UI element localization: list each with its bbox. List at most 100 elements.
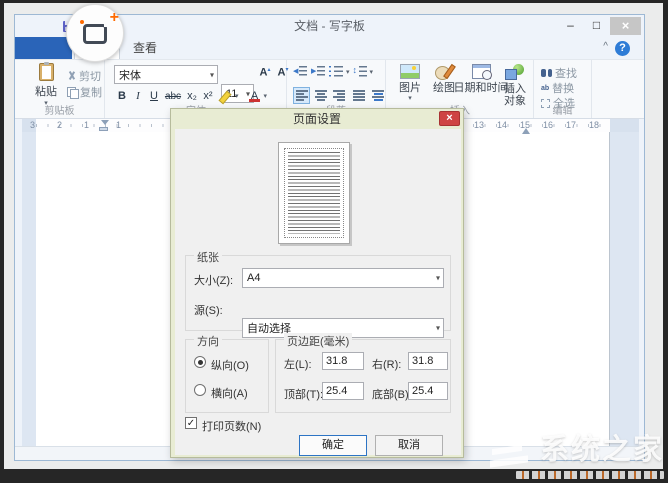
binoculars-icon [541, 69, 552, 77]
clipboard-icon [39, 63, 54, 81]
landscape-label[interactable]: 横向(A) [211, 385, 248, 401]
paper-size-label: 大小(Z): [194, 272, 233, 288]
page-preview-text-lines [288, 152, 340, 234]
ruler-number: 1 [84, 120, 89, 130]
ruler-number: 14 [497, 120, 507, 130]
margins-group-label: 页边距(毫米) [284, 333, 352, 349]
list-icon[interactable] [329, 65, 343, 78]
window-controls: – □ × [558, 17, 641, 35]
dialog-close-button[interactable]: × [439, 111, 460, 126]
chevron-down-icon: ▾ [436, 274, 440, 283]
subscript-button[interactable]: x₂ [184, 90, 200, 102]
font-family-combo[interactable]: 宋体 ▾ [114, 65, 218, 84]
tab-view[interactable]: 查看 [122, 37, 168, 59]
ok-button[interactable]: 确定 [299, 435, 367, 456]
paper-source-label: 源(S): [194, 302, 223, 318]
ruler-number: 13 [474, 120, 484, 130]
margin-top-input[interactable] [322, 382, 364, 400]
orientation-groupbox: 方向 纵向(O) 横向(A) [185, 339, 269, 413]
strikethrough-button[interactable]: abc [162, 91, 184, 102]
maximize-button[interactable]: □ [584, 17, 609, 35]
object-icon [505, 64, 525, 80]
paragraph-row1: ◀ ▶ ▾ ▾ [293, 65, 373, 78]
margin-right-input[interactable] [408, 352, 448, 370]
help-icon[interactable]: ? [615, 41, 630, 56]
editing-group: 查找 ab 替换 全选 编辑 [534, 60, 592, 118]
insert-picture-button[interactable]: 图片 ▾ [393, 64, 427, 102]
collapse-ribbon-icon[interactable]: ^ [603, 41, 608, 52]
ruler-number: 17 [566, 120, 576, 130]
orange-dot-icon [80, 20, 84, 24]
insert-datetime-button[interactable]: 日期和时间 [459, 64, 503, 94]
site-watermark: 系统之家 [486, 431, 664, 479]
page-preview [278, 142, 350, 244]
grow-font-button[interactable]: A▴ [257, 66, 273, 82]
replace-icon: ab [541, 85, 549, 92]
file-menu-button[interactable] [15, 37, 72, 59]
replace-button[interactable]: ab 替换 [541, 80, 574, 96]
plus-icon: + [110, 11, 119, 25]
minimize-button[interactable]: – [558, 17, 583, 35]
chevron-down-icon: ▾ [210, 70, 214, 79]
margin-left-input[interactable] [322, 352, 364, 370]
find-button[interactable]: 查找 [541, 65, 577, 81]
dialog-body: 纸张 大小(Z): A4 ▾ 源(S): 自动选择 ▾ 方向 纵向(O) 横向(… [175, 129, 461, 455]
ruler-number: 1 [116, 120, 121, 130]
italic-button[interactable]: I [130, 90, 146, 102]
landscape-radio[interactable] [194, 384, 206, 396]
dialog-titlebar[interactable]: 页面设置 [171, 109, 463, 129]
portrait-radio[interactable] [194, 356, 206, 368]
highlight-pen-icon[interactable] [220, 90, 234, 102]
print-page-numbers-checkbox[interactable]: ✓ [185, 417, 197, 429]
cut-button[interactable]: 剪切 [67, 68, 101, 84]
superscript-button[interactable]: x² [200, 90, 216, 102]
paper-groupbox: 纸张 大小(Z): A4 ▾ 源(S): 自动选择 ▾ [185, 255, 451, 331]
margin-bottom-input[interactable] [408, 382, 448, 400]
picture-dropdown-icon: ▾ [408, 94, 412, 102]
list-dropdown-icon[interactable]: ▾ [346, 68, 350, 76]
font-color-dropdown-icon[interactable]: ▾ [264, 92, 268, 100]
paper-size-select[interactable]: A4 ▾ [242, 268, 444, 288]
margin-right-label: 右(R): [372, 356, 401, 372]
line-spacing-icon[interactable] [353, 65, 367, 78]
page-setup-dialog: 页面设置 × 纸张 大小(Z): A4 ▾ 源(S): 自动选择 ▾ 方向 纵向… [170, 108, 464, 458]
close-button[interactable]: × [610, 17, 641, 35]
margin-bottom-label: 底部(B): [372, 386, 412, 402]
bold-button[interactable]: B [114, 90, 130, 102]
calendar-clock-icon [472, 64, 491, 79]
ruler-number: 18 [589, 120, 599, 130]
font-color-button[interactable]: A [247, 90, 263, 102]
cut-icon [67, 71, 76, 81]
print-page-numbers-label[interactable]: 打印页数(N) [202, 418, 261, 434]
portrait-label[interactable]: 纵向(O) [211, 357, 249, 373]
site-watermark-text: 系统之家 [540, 433, 664, 467]
page-preview-border [284, 148, 344, 238]
copy-icon [67, 87, 77, 97]
margins-groupbox: 页边距(毫米) 左(L): 右(R): 顶部(T): 底部(B): [275, 339, 451, 413]
cancel-button[interactable]: 取消 [375, 435, 443, 456]
copy-button[interactable]: 复制 [67, 84, 102, 100]
editing-group-label: 编辑 [534, 102, 591, 117]
ruler-number: 2 [57, 120, 62, 130]
crop-icon [83, 24, 107, 44]
ruler-number: 3 [30, 120, 35, 130]
paint-palette-icon [435, 64, 453, 79]
right-indent-marker[interactable] [522, 124, 530, 134]
underline-button[interactable]: U [146, 90, 162, 102]
orientation-group-label: 方向 [194, 333, 222, 349]
ruler-number: 16 [543, 120, 553, 130]
paste-button[interactable]: 粘贴 ▾ [28, 63, 64, 107]
screenshot-tool-watermark: + [66, 4, 124, 62]
site-logo-icon [486, 431, 536, 469]
clipboard-group: 粘贴 ▾ 剪切 复制 剪贴板 [15, 60, 105, 118]
line-spacing-dropdown-icon[interactable]: ▾ [370, 68, 374, 76]
margin-left-label: 左(L): [284, 356, 312, 372]
insert-object-button[interactable]: 插入对象 [502, 64, 528, 107]
paste-label: 粘贴 [35, 83, 57, 99]
left-indent-marker[interactable] [99, 127, 108, 131]
paper-group-label: 纸张 [194, 249, 222, 265]
decrease-indent-icon[interactable]: ◀ [293, 65, 308, 78]
site-watermark-caption [516, 471, 664, 479]
increase-indent-icon[interactable]: ▶ [311, 65, 326, 78]
highlight-dropdown-icon[interactable]: ▾ [235, 92, 239, 100]
